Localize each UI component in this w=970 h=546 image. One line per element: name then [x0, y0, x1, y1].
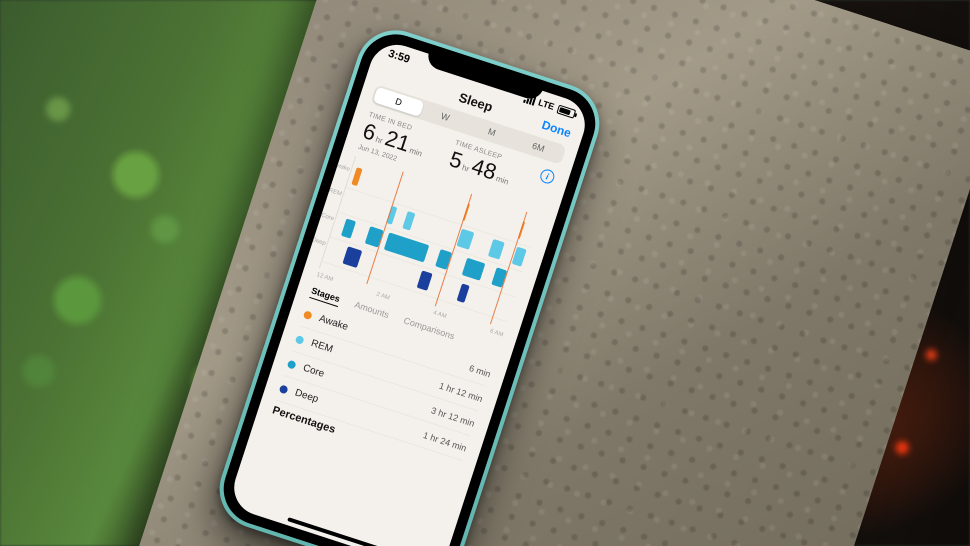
- legend-duration: 1 hr 24 min: [422, 430, 468, 453]
- stage-segment: [403, 211, 416, 231]
- legend-dot-icon: [295, 334, 305, 344]
- info-icon[interactable]: i: [539, 168, 557, 186]
- stage-segment: [342, 246, 362, 268]
- legend-name: Deep: [293, 387, 319, 405]
- home-indicator[interactable]: [287, 517, 383, 546]
- y-label: Core: [320, 213, 334, 223]
- stage-segment: [461, 258, 485, 281]
- y-label: REM: [328, 188, 343, 198]
- legend-name: REM: [310, 338, 335, 355]
- legend-name: Core: [302, 363, 326, 380]
- legend-dot-icon: [279, 384, 289, 394]
- page-title: Sleep: [457, 90, 495, 115]
- stage-segment: [341, 218, 356, 238]
- legend-dot-icon: [303, 310, 313, 320]
- y-label: Deep: [311, 237, 326, 247]
- stage-segment: [351, 167, 362, 186]
- battery-icon: [556, 104, 576, 118]
- legend-name: Awake: [318, 313, 350, 333]
- y-label: Awake: [332, 162, 351, 173]
- stage-segment: [416, 270, 433, 291]
- done-button[interactable]: Done: [540, 117, 573, 140]
- legend-dot-icon: [287, 359, 297, 369]
- stage-segment: [383, 232, 429, 262]
- legend-duration: 6 min: [468, 363, 492, 379]
- stage-segment: [488, 239, 505, 260]
- stage-segment: [457, 283, 470, 303]
- carrier-label: LTE: [537, 97, 556, 112]
